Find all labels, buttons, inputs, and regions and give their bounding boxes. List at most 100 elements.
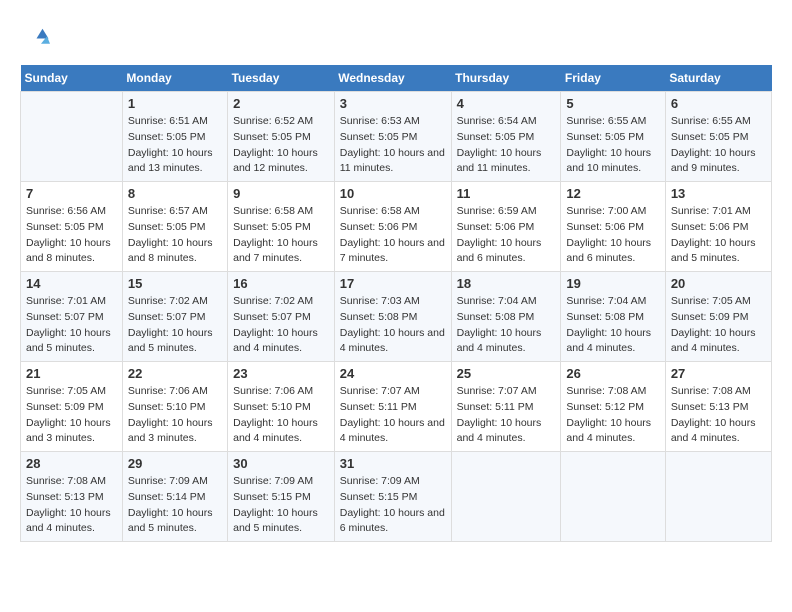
day-number: 20 bbox=[671, 276, 766, 291]
calendar-cell: 26 Sunrise: 7:08 AMSunset: 5:12 PMDaylig… bbox=[561, 362, 665, 452]
day-number: 9 bbox=[233, 186, 329, 201]
day-number: 13 bbox=[671, 186, 766, 201]
day-info: Sunrise: 6:57 AMSunset: 5:05 PMDaylight:… bbox=[128, 204, 222, 267]
day-number: 10 bbox=[340, 186, 446, 201]
header-day-wednesday: Wednesday bbox=[334, 65, 451, 92]
day-info: Sunrise: 7:09 AMSunset: 5:15 PMDaylight:… bbox=[340, 474, 446, 537]
calendar-cell: 9 Sunrise: 6:58 AMSunset: 5:05 PMDayligh… bbox=[228, 182, 335, 272]
calendar-cell: 31 Sunrise: 7:09 AMSunset: 5:15 PMDaylig… bbox=[334, 452, 451, 542]
calendar-cell bbox=[561, 452, 665, 542]
day-number: 19 bbox=[566, 276, 659, 291]
day-info: Sunrise: 6:55 AMSunset: 5:05 PMDaylight:… bbox=[566, 114, 659, 177]
day-info: Sunrise: 7:07 AMSunset: 5:11 PMDaylight:… bbox=[340, 384, 446, 447]
calendar-table: SundayMondayTuesdayWednesdayThursdayFrid… bbox=[20, 65, 772, 542]
day-info: Sunrise: 7:02 AMSunset: 5:07 PMDaylight:… bbox=[128, 294, 222, 357]
calendar-cell: 13 Sunrise: 7:01 AMSunset: 5:06 PMDaylig… bbox=[665, 182, 771, 272]
day-number: 23 bbox=[233, 366, 329, 381]
calendar-cell: 23 Sunrise: 7:06 AMSunset: 5:10 PMDaylig… bbox=[228, 362, 335, 452]
calendar-cell bbox=[451, 452, 561, 542]
page-header bbox=[20, 20, 772, 55]
day-number: 21 bbox=[26, 366, 117, 381]
day-number: 16 bbox=[233, 276, 329, 291]
calendar-cell: 22 Sunrise: 7:06 AMSunset: 5:10 PMDaylig… bbox=[122, 362, 227, 452]
calendar-cell bbox=[665, 452, 771, 542]
day-info: Sunrise: 7:07 AMSunset: 5:11 PMDaylight:… bbox=[457, 384, 556, 447]
calendar-cell: 4 Sunrise: 6:54 AMSunset: 5:05 PMDayligh… bbox=[451, 92, 561, 182]
day-info: Sunrise: 7:09 AMSunset: 5:15 PMDaylight:… bbox=[233, 474, 329, 537]
day-number: 22 bbox=[128, 366, 222, 381]
calendar-cell: 15 Sunrise: 7:02 AMSunset: 5:07 PMDaylig… bbox=[122, 272, 227, 362]
day-number: 26 bbox=[566, 366, 659, 381]
logo bbox=[20, 25, 52, 55]
day-info: Sunrise: 6:58 AMSunset: 5:05 PMDaylight:… bbox=[233, 204, 329, 267]
day-number: 12 bbox=[566, 186, 659, 201]
header-day-friday: Friday bbox=[561, 65, 665, 92]
calendar-cell: 14 Sunrise: 7:01 AMSunset: 5:07 PMDaylig… bbox=[21, 272, 123, 362]
calendar-cell: 10 Sunrise: 6:58 AMSunset: 5:06 PMDaylig… bbox=[334, 182, 451, 272]
day-info: Sunrise: 7:05 AMSunset: 5:09 PMDaylight:… bbox=[671, 294, 766, 357]
calendar-cell: 8 Sunrise: 6:57 AMSunset: 5:05 PMDayligh… bbox=[122, 182, 227, 272]
day-info: Sunrise: 7:06 AMSunset: 5:10 PMDaylight:… bbox=[233, 384, 329, 447]
day-number: 25 bbox=[457, 366, 556, 381]
calendar-cell: 6 Sunrise: 6:55 AMSunset: 5:05 PMDayligh… bbox=[665, 92, 771, 182]
day-number: 7 bbox=[26, 186, 117, 201]
calendar-cell: 30 Sunrise: 7:09 AMSunset: 5:15 PMDaylig… bbox=[228, 452, 335, 542]
day-info: Sunrise: 7:08 AMSunset: 5:13 PMDaylight:… bbox=[26, 474, 117, 537]
header-day-tuesday: Tuesday bbox=[228, 65, 335, 92]
day-info: Sunrise: 6:51 AMSunset: 5:05 PMDaylight:… bbox=[128, 114, 222, 177]
day-info: Sunrise: 6:54 AMSunset: 5:05 PMDaylight:… bbox=[457, 114, 556, 177]
calendar-cell: 18 Sunrise: 7:04 AMSunset: 5:08 PMDaylig… bbox=[451, 272, 561, 362]
header-day-saturday: Saturday bbox=[665, 65, 771, 92]
day-info: Sunrise: 7:02 AMSunset: 5:07 PMDaylight:… bbox=[233, 294, 329, 357]
calendar-cell: 24 Sunrise: 7:07 AMSunset: 5:11 PMDaylig… bbox=[334, 362, 451, 452]
day-info: Sunrise: 7:08 AMSunset: 5:12 PMDaylight:… bbox=[566, 384, 659, 447]
day-info: Sunrise: 7:05 AMSunset: 5:09 PMDaylight:… bbox=[26, 384, 117, 447]
calendar-cell: 16 Sunrise: 7:02 AMSunset: 5:07 PMDaylig… bbox=[228, 272, 335, 362]
calendar-cell: 11 Sunrise: 6:59 AMSunset: 5:06 PMDaylig… bbox=[451, 182, 561, 272]
day-info: Sunrise: 7:01 AMSunset: 5:06 PMDaylight:… bbox=[671, 204, 766, 267]
header-day-sunday: Sunday bbox=[21, 65, 123, 92]
calendar-cell: 17 Sunrise: 7:03 AMSunset: 5:08 PMDaylig… bbox=[334, 272, 451, 362]
day-info: Sunrise: 6:59 AMSunset: 5:06 PMDaylight:… bbox=[457, 204, 556, 267]
calendar-cell: 7 Sunrise: 6:56 AMSunset: 5:05 PMDayligh… bbox=[21, 182, 123, 272]
day-info: Sunrise: 6:53 AMSunset: 5:05 PMDaylight:… bbox=[340, 114, 446, 177]
header-day-thursday: Thursday bbox=[451, 65, 561, 92]
calendar-cell: 20 Sunrise: 7:05 AMSunset: 5:09 PMDaylig… bbox=[665, 272, 771, 362]
calendar-cell: 29 Sunrise: 7:09 AMSunset: 5:14 PMDaylig… bbox=[122, 452, 227, 542]
week-row-4: 21 Sunrise: 7:05 AMSunset: 5:09 PMDaylig… bbox=[21, 362, 772, 452]
day-info: Sunrise: 6:52 AMSunset: 5:05 PMDaylight:… bbox=[233, 114, 329, 177]
calendar-cell: 19 Sunrise: 7:04 AMSunset: 5:08 PMDaylig… bbox=[561, 272, 665, 362]
calendar-cell: 2 Sunrise: 6:52 AMSunset: 5:05 PMDayligh… bbox=[228, 92, 335, 182]
day-info: Sunrise: 7:04 AMSunset: 5:08 PMDaylight:… bbox=[457, 294, 556, 357]
day-number: 27 bbox=[671, 366, 766, 381]
day-number: 1 bbox=[128, 96, 222, 111]
day-number: 8 bbox=[128, 186, 222, 201]
week-row-3: 14 Sunrise: 7:01 AMSunset: 5:07 PMDaylig… bbox=[21, 272, 772, 362]
header-row: SundayMondayTuesdayWednesdayThursdayFrid… bbox=[21, 65, 772, 92]
day-number: 15 bbox=[128, 276, 222, 291]
week-row-2: 7 Sunrise: 6:56 AMSunset: 5:05 PMDayligh… bbox=[21, 182, 772, 272]
day-number: 31 bbox=[340, 456, 446, 471]
day-number: 17 bbox=[340, 276, 446, 291]
day-info: Sunrise: 7:00 AMSunset: 5:06 PMDaylight:… bbox=[566, 204, 659, 267]
day-number: 6 bbox=[671, 96, 766, 111]
calendar-cell: 12 Sunrise: 7:00 AMSunset: 5:06 PMDaylig… bbox=[561, 182, 665, 272]
day-info: Sunrise: 7:06 AMSunset: 5:10 PMDaylight:… bbox=[128, 384, 222, 447]
calendar-cell: 25 Sunrise: 7:07 AMSunset: 5:11 PMDaylig… bbox=[451, 362, 561, 452]
day-number: 30 bbox=[233, 456, 329, 471]
header-day-monday: Monday bbox=[122, 65, 227, 92]
day-number: 11 bbox=[457, 186, 556, 201]
day-number: 18 bbox=[457, 276, 556, 291]
day-info: Sunrise: 7:03 AMSunset: 5:08 PMDaylight:… bbox=[340, 294, 446, 357]
day-number: 4 bbox=[457, 96, 556, 111]
day-number: 5 bbox=[566, 96, 659, 111]
day-info: Sunrise: 6:58 AMSunset: 5:06 PMDaylight:… bbox=[340, 204, 446, 267]
calendar-cell bbox=[21, 92, 123, 182]
day-info: Sunrise: 7:01 AMSunset: 5:07 PMDaylight:… bbox=[26, 294, 117, 357]
day-number: 29 bbox=[128, 456, 222, 471]
week-row-1: 1 Sunrise: 6:51 AMSunset: 5:05 PMDayligh… bbox=[21, 92, 772, 182]
calendar-cell: 3 Sunrise: 6:53 AMSunset: 5:05 PMDayligh… bbox=[334, 92, 451, 182]
day-info: Sunrise: 7:04 AMSunset: 5:08 PMDaylight:… bbox=[566, 294, 659, 357]
calendar-cell: 21 Sunrise: 7:05 AMSunset: 5:09 PMDaylig… bbox=[21, 362, 123, 452]
day-info: Sunrise: 7:09 AMSunset: 5:14 PMDaylight:… bbox=[128, 474, 222, 537]
